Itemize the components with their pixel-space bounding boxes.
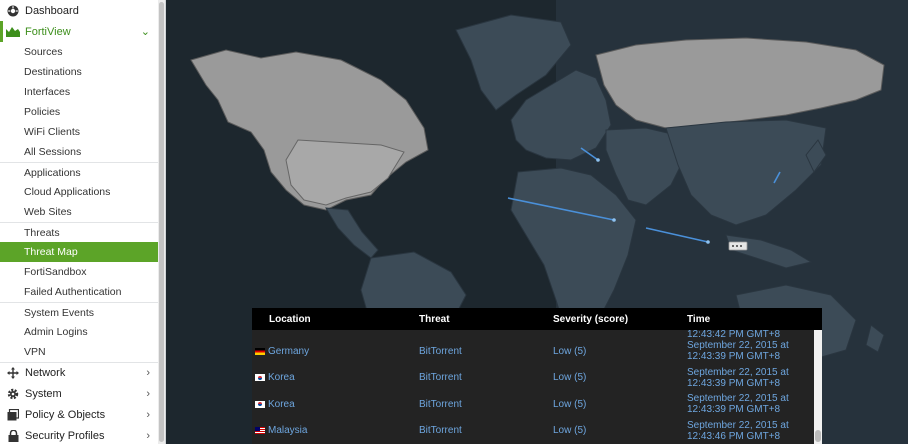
sidebar-item-failed-authentication[interactable]: Failed Authentication [0,282,159,302]
nav-dashboard-label: Dashboard [25,4,79,17]
nav-network-label: Network [25,367,66,379]
korea-flag-icon [255,374,265,382]
malaysia-flag-icon [255,427,265,435]
asia [665,119,827,226]
sidebar-item-all-sessions[interactable]: All Sessions [0,142,159,162]
sidebar-item-cloud-applications[interactable]: Cloud Applications [0,182,159,202]
sidebar-item-policies[interactable]: Policies [0,102,159,122]
chevron-right-icon: › [146,408,150,421]
location-cell: Korea [268,372,295,384]
usa-highlight [285,139,405,206]
sidebar-item-admin-logins[interactable]: Admin Logins [0,322,159,342]
sidebar-item-sources[interactable]: Sources [0,42,159,62]
dashboard-icon [6,4,20,18]
table-header: Location Threat Severity (score) Time [252,308,822,330]
chevron-down-icon: ⌄ [140,26,150,38]
time-cell: September 22, 2015 at 12:43:46 PM GMT+8 [687,419,789,442]
column-header-threat[interactable]: Threat [402,314,536,325]
time-cell: September 22, 2015 at 12:43:39 PM GMT+8 [687,366,789,389]
threat-cell: BitTorrent [419,372,462,384]
sidebar-nav: Dashboard FortiView ⌄ Sources Destinatio… [0,0,166,444]
lock-icon [6,429,20,443]
sidebar-item-wifi-clients[interactable]: WiFi Clients [0,122,159,142]
table-row[interactable]: Malaysia BitTorrent Low (5) September 22… [252,418,814,444]
nav-policy-objects[interactable]: Policy & Objects › [0,404,165,425]
table-row[interactable]: Germany BitTorrent Low (5) September 22,… [252,338,814,365]
table-scrollbar[interactable] [814,330,822,444]
nav-network[interactable]: Network › [0,362,165,383]
attack-endpoint [706,240,710,244]
column-header-time[interactable]: Time [670,314,810,325]
time-cell: September 22, 2015 at 12:43:39 PM GMT+8 [687,393,789,416]
gear-icon [6,387,20,401]
area-chart-icon [6,25,20,39]
sidebar-item-vpn[interactable]: VPN [0,342,159,362]
sidebar-item-system-events[interactable]: System Events [0,302,159,322]
russia-highlight [595,37,885,129]
attack-endpoint [596,158,600,162]
location-cell: Germany [268,345,310,357]
attack-line [645,227,709,243]
threat-table: Location Threat Severity (score) Time 12… [252,308,822,444]
nav-security-profiles-label: Security Profiles [25,429,105,442]
table-body: 12:43:42 PM GMT+8 Germany BitTorrent Low… [252,330,814,444]
southeast-asia [725,234,813,269]
nav-system[interactable]: System › [0,383,165,404]
column-header-location[interactable]: Location [252,314,402,325]
attack-endpoint [612,218,616,222]
location-cell: Malaysia [268,425,308,437]
time-cell: September 22, 2015 at 12:43:39 PM GMT+8 [687,340,789,363]
severity-cell: Low (5) [553,425,587,437]
central-america [325,207,379,259]
sidebar-item-fortisandbox[interactable]: FortiSandbox [0,262,159,282]
column-header-severity[interactable]: Severity (score) [536,314,670,325]
chevron-right-icon: › [146,367,150,379]
threat-cell: BitTorrent [419,425,462,437]
nav-policy-objects-label: Policy & Objects [25,408,106,421]
new-zealand [865,324,885,353]
severity-cell: Low (5) [553,345,587,357]
severity-cell: Low (5) [553,398,587,410]
nav-fortiview-label: FortiView [25,25,71,38]
sidebar-item-interfaces[interactable]: Interfaces [0,82,159,102]
threat-cell: BitTorrent [419,345,462,357]
table-scrollbar-thumb[interactable] [815,430,821,442]
location-cell: Korea [268,398,295,410]
nav-system-label: System [25,387,62,400]
nav-security-profiles[interactable]: Security Profiles › [0,425,165,444]
sidebar-item-web-sites[interactable]: Web Sites [0,202,159,222]
threat-cell: BitTorrent [419,398,462,410]
nav-dashboard[interactable]: Dashboard [0,0,165,21]
korea-flag-icon [255,400,265,408]
table-row[interactable]: Korea BitTorrent Low (5) September 22, 2… [252,391,814,418]
chevron-right-icon: › [146,429,150,442]
time-cell: 12:43:42 PM GMT+8 [687,330,781,338]
table-row[interactable]: Korea BitTorrent Low (5) September 22, 2… [252,365,814,392]
severity-cell: Low (5) [553,372,587,384]
table-row[interactable]: 12:43:42 PM GMT+8 [252,330,814,338]
germany-flag-icon [255,347,265,355]
sidebar-item-applications[interactable]: Applications [0,162,159,182]
chevron-right-icon: › [146,387,150,400]
sidebar-scrollbar-thumb[interactable] [159,2,164,442]
sidebar-item-destinations[interactable]: Destinations [0,62,159,82]
sidebar-scrollbar[interactable] [158,0,165,444]
nav-fortiview[interactable]: FortiView ⌄ [0,21,165,42]
network-icon [6,366,20,380]
sidebar-item-threat-map[interactable]: Threat Map [0,242,159,262]
sidebar-item-threats[interactable]: Threats [0,222,159,242]
fortigate-device-icon [728,241,748,251]
policy-icon [6,408,20,422]
